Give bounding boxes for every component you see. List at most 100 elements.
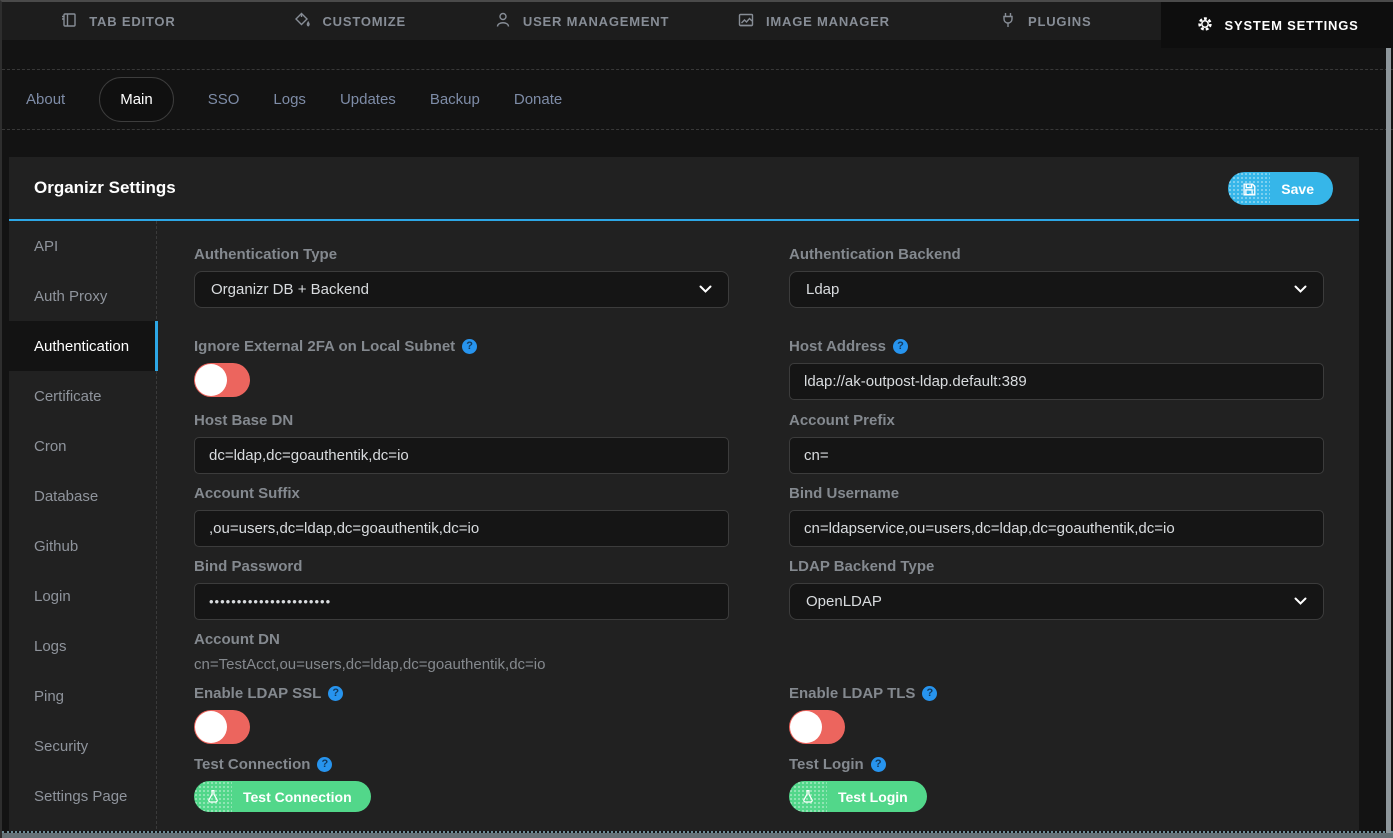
page-title: Organizr Settings [34,178,176,198]
help-icon[interactable] [893,339,908,354]
tab-sso[interactable]: SSO [208,91,240,108]
enable-ldap-tls-toggle[interactable] [789,710,845,744]
plug-icon [999,11,1017,32]
tab-updates[interactable]: Updates [340,91,396,108]
nav-item-user-management[interactable]: USER MANAGEMENT [466,2,698,40]
ignore-2fa-toggle[interactable] [194,363,250,397]
nav-item-label: TAB EDITOR [89,14,175,29]
top-navigation: TAB EDITOR CUSTOMIZE USER MANAGEMENT IMA… [2,2,1393,40]
help-icon[interactable] [317,757,332,772]
sidebar-item-login[interactable]: Login [9,571,156,621]
test-connection-button[interactable]: Test Connection [194,781,371,812]
ldap-backend-type-label: LDAP Backend Type [789,557,1324,575]
tab-logs[interactable]: Logs [273,91,306,108]
save-button-label: Save [1270,172,1333,205]
tab-main[interactable]: Main [99,77,174,122]
window-bottom-frame [2,833,1393,838]
enable-ldap-tls-label: Enable LDAP TLS [789,684,1324,702]
host-base-dn-input[interactable] [194,437,729,474]
nav-item-system-settings[interactable]: SYSTEM SETTINGS [1161,2,1393,48]
sidebar-item-cron[interactable]: Cron [9,421,156,471]
selected-value: Organizr DB + Backend [211,281,369,298]
chevron-down-icon [699,281,712,298]
panel-body: API Auth Proxy Authentication Certificat… [9,221,1359,829]
bind-password-input[interactable] [194,583,729,620]
bind-username-input[interactable] [789,510,1324,547]
user-icon [494,11,512,32]
help-icon[interactable] [462,339,477,354]
sidebar-item-database[interactable]: Database [9,471,156,521]
account-suffix-label: Account Suffix [194,484,729,502]
account-suffix-input[interactable] [194,510,729,547]
nav-item-tab-editor[interactable]: TAB EDITOR [2,2,234,40]
help-icon[interactable] [328,686,343,701]
chevron-down-icon [1294,281,1307,298]
sidebar-item-logs[interactable]: Logs [9,621,156,671]
chevron-down-icon [1294,593,1307,610]
selected-value: Ldap [806,281,839,298]
settings-tabs: About Main SSO Logs Updates Backup Donat… [2,69,1393,130]
nav-item-label: SYSTEM SETTINGS [1225,18,1359,33]
test-login-button[interactable]: Test Login [789,781,927,812]
window-right-frame [1386,10,1391,833]
account-dn-label: Account DN [194,630,729,648]
sidebar-item-ping[interactable]: Ping [9,671,156,721]
host-address-label: Host Address [789,337,1324,355]
sidebar-item-security[interactable]: Security [9,721,156,771]
sidebar-item-authentication[interactable]: Authentication [9,321,156,371]
nav-item-image-manager[interactable]: IMAGE MANAGER [697,2,929,40]
selected-value: OpenLDAP [806,593,882,610]
sidebar-item-settings-page[interactable]: Settings Page [9,771,156,821]
host-base-dn-label: Host Base DN [194,411,729,429]
paint-bucket-icon [293,11,311,32]
authentication-backend-select[interactable]: Ldap [789,271,1324,308]
panel-header: Organizr Settings Save [9,157,1359,221]
floppy-disk-icon [1228,172,1270,205]
toggle-knob [195,711,227,743]
bind-username-label: Bind Username [789,484,1324,502]
nav-item-label: CUSTOMIZE [322,14,406,29]
organizr-app-window: TAB EDITOR CUSTOMIZE USER MANAGEMENT IMA… [0,0,1393,838]
ignore-2fa-label: Ignore External 2FA on Local Subnet [194,337,729,355]
account-prefix-label: Account Prefix [789,411,1324,429]
enable-ldap-ssl-label: Enable LDAP SSL [194,684,729,702]
save-button[interactable]: Save [1228,172,1333,205]
help-icon[interactable] [922,686,937,701]
flask-icon [789,781,827,812]
toggle-knob [195,364,227,396]
test-login-button-label: Test Login [827,781,927,812]
tab-editor-icon [60,11,78,32]
nav-item-customize[interactable]: CUSTOMIZE [234,2,466,40]
ldap-backend-type-select[interactable]: OpenLDAP [789,583,1324,620]
settings-sidebar: API Auth Proxy Authentication Certificat… [9,221,157,829]
account-prefix-input[interactable] [789,437,1324,474]
settings-panel: Organizr Settings Save API Auth Proxy Au… [9,157,1359,831]
help-icon[interactable] [871,757,886,772]
host-address-input[interactable] [789,363,1324,400]
tab-about[interactable]: About [26,91,65,108]
flask-icon [194,781,232,812]
nav-item-label: PLUGINS [1028,14,1091,29]
image-icon [737,11,755,32]
authentication-settings-form: Authentication Type Organizr DB + Backen… [157,221,1359,829]
toggle-knob [790,711,822,743]
account-dn-value: cn=TestAcct,ou=users,dc=ldap,dc=goauthen… [194,656,729,673]
authentication-backend-label: Authentication Backend [789,245,1324,263]
sidebar-item-github[interactable]: Github [9,521,156,571]
authentication-type-label: Authentication Type [194,245,729,263]
tab-backup[interactable]: Backup [430,91,480,108]
enable-ldap-ssl-toggle[interactable] [194,710,250,744]
nav-item-plugins[interactable]: PLUGINS [929,2,1161,40]
tab-donate[interactable]: Donate [514,91,562,108]
bind-password-label: Bind Password [194,557,729,575]
test-connection-button-label: Test Connection [232,781,371,812]
gear-icon [1196,15,1214,36]
authentication-type-select[interactable]: Organizr DB + Backend [194,271,729,308]
sidebar-item-api[interactable]: API [9,221,156,271]
nav-item-label: USER MANAGEMENT [523,14,669,29]
test-login-label: Test Login [789,755,1324,773]
nav-item-label: IMAGE MANAGER [766,14,890,29]
sidebar-item-certificate[interactable]: Certificate [9,371,156,421]
sidebar-item-auth-proxy[interactable]: Auth Proxy [9,271,156,321]
test-connection-label: Test Connection [194,755,729,773]
